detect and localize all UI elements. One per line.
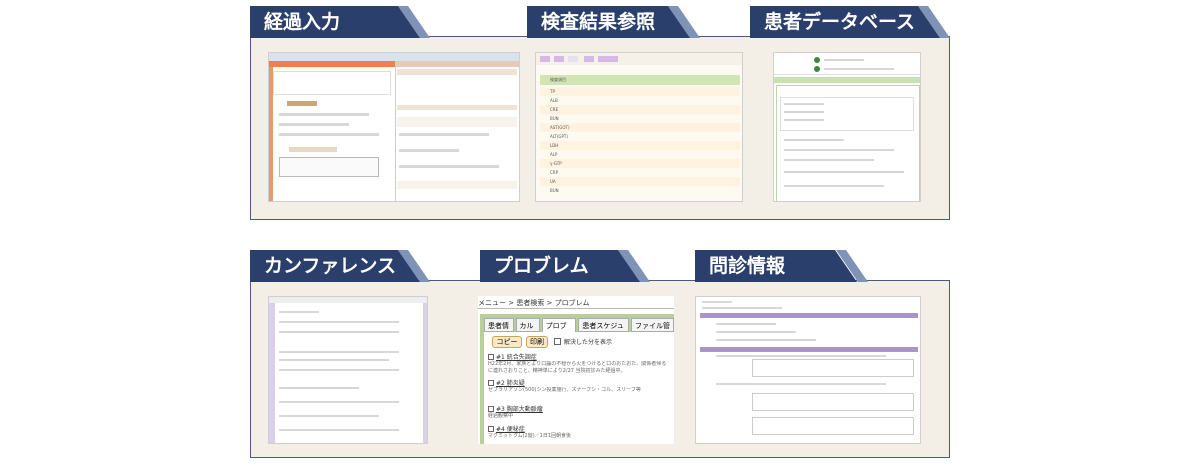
lab-row-label: BUN xyxy=(550,188,559,193)
lab-row-label: BUN xyxy=(550,116,559,121)
copy-button[interactable]: コピー xyxy=(492,336,522,348)
problem-checkbox[interactable] xyxy=(488,425,494,432)
patient-db-screenshot xyxy=(773,52,921,202)
lab-row: γ-GTP xyxy=(540,159,740,168)
lab-row: LDH xyxy=(540,141,740,150)
lab-row: TP xyxy=(540,87,740,96)
resolved-label: 解決した分を表示 xyxy=(564,339,613,346)
tab-patient-db[interactable]: 患者データベース xyxy=(750,6,940,38)
problem-title[interactable]: #3 胸部大動脈瘤 xyxy=(496,404,543,413)
lab-row-label: ALB xyxy=(550,98,558,103)
problem-checkbox[interactable] xyxy=(488,405,494,412)
print-button[interactable]: 印刷 xyxy=(526,336,548,348)
tab-keika[interactable]: 経過入力 xyxy=(250,6,420,38)
lab-row: BUN xyxy=(540,186,740,195)
lab-row: ALT(GPT) xyxy=(540,132,740,141)
lab-row-label: γ-GTP xyxy=(550,161,562,166)
tab-problem[interactable]: プロブレム xyxy=(480,250,640,282)
tab-lab[interactable]: 検査結果参照 xyxy=(527,6,690,38)
tab-patient-info[interactable]: 患者情報 xyxy=(484,318,514,340)
conference-screenshot xyxy=(268,296,428,444)
problem-title[interactable]: #1 統合失調症 xyxy=(496,352,537,361)
breadcrumb[interactable]: メニュー > 患者検索 > プロブレム xyxy=(478,298,590,308)
tab-monshin-label: 問診情報 xyxy=(709,255,786,277)
lab-row-label: CRE xyxy=(550,107,559,112)
tab-conference[interactable]: カンファレンス xyxy=(250,250,420,282)
lab-row-label: ALT(GPT) xyxy=(550,134,568,139)
lab-row-label: LDH xyxy=(550,143,559,148)
problem-item[interactable]: #2 肺炎疑 ゼプラリアソン(500)シン投薬施行、スナーブシ・ゴル、スリーブ等 xyxy=(488,378,670,401)
lab-row: ALP xyxy=(540,150,740,159)
tab-keika-label: 経過入力 xyxy=(264,11,341,33)
problem-desc: ゼプラリアソン(500)シン投薬施行、スナーブシ・ゴル、スリーブ等 xyxy=(488,387,641,393)
problem-item[interactable]: #1 統合失調症 H22年2月、家族とより口論の不穏から火をつけると口のおたおた… xyxy=(488,352,670,375)
lab-row-label: CRP xyxy=(550,170,558,175)
tab-problem-active[interactable]: プロブレム xyxy=(541,318,577,340)
tab-monshin[interactable]: 問診情報 xyxy=(695,250,857,282)
tab-problem-label: プロブレム xyxy=(494,255,589,277)
problem-tabs: 患者情報 カルテ プロブレム 患者スケジュール ファイル管 xyxy=(484,318,674,340)
tab-karte[interactable]: カルテ xyxy=(515,318,540,340)
problem-item[interactable]: #4 便秘症 マグミットクム(2錠)／1日1回朝食後 xyxy=(488,424,670,440)
problem-title[interactable]: #2 肺炎疑 xyxy=(496,378,525,387)
resolved-checkbox[interactable] xyxy=(554,338,561,345)
monshin-screenshot xyxy=(695,296,921,444)
keika-screenshot xyxy=(268,52,520,202)
problem-desc: H22年2月、家族とより口論の不穏から火をつけると口のおたおた、関係者帰るに連れ… xyxy=(488,361,667,374)
problem-item[interactable]: #3 胸部大動脈瘤 経過観察中 xyxy=(488,404,670,420)
problem-desc: マグミットクム(2錠)／1日1回朝食後 xyxy=(488,433,572,439)
lab-row: UA xyxy=(540,177,740,186)
lab-row-label: UA xyxy=(550,179,556,184)
problem-checkbox[interactable] xyxy=(488,379,494,386)
tab-conference-label: カンファレンス xyxy=(264,255,397,277)
tab-file[interactable]: ファイル管 xyxy=(631,318,674,332)
problem-checkbox[interactable] xyxy=(488,353,494,360)
tab-schedule[interactable]: 患者スケジュール xyxy=(578,318,629,340)
tab-lab-label: 検査結果参照 xyxy=(541,11,656,33)
lab-row: BUN xyxy=(540,114,740,123)
lab-row-label: AST(GOT) xyxy=(550,125,570,130)
problem-screenshot: メニュー > 患者検索 > プロブレム 患者情報 カルテ プロブレム 患者スケジ… xyxy=(478,296,674,444)
lab-row: CRE xyxy=(540,105,740,114)
lab-header: 検査項目 xyxy=(550,77,566,82)
problem-desc: 経過観察中 xyxy=(488,413,514,419)
lab-row-label: ALP xyxy=(550,152,558,157)
problem-title[interactable]: #4 便秘症 xyxy=(496,424,525,433)
lab-row-label: TP xyxy=(550,89,555,94)
lab-screenshot: 検査項目 TP ALB CRE BUN AST(GOT) ALT(GPT) LDH ALP γ-… xyxy=(535,52,743,202)
lab-row: AST(GOT) xyxy=(540,123,740,132)
lab-row: CRP xyxy=(540,168,740,177)
lab-row: ALB xyxy=(540,96,740,105)
tab-patient-db-label: 患者データベース xyxy=(764,11,916,33)
